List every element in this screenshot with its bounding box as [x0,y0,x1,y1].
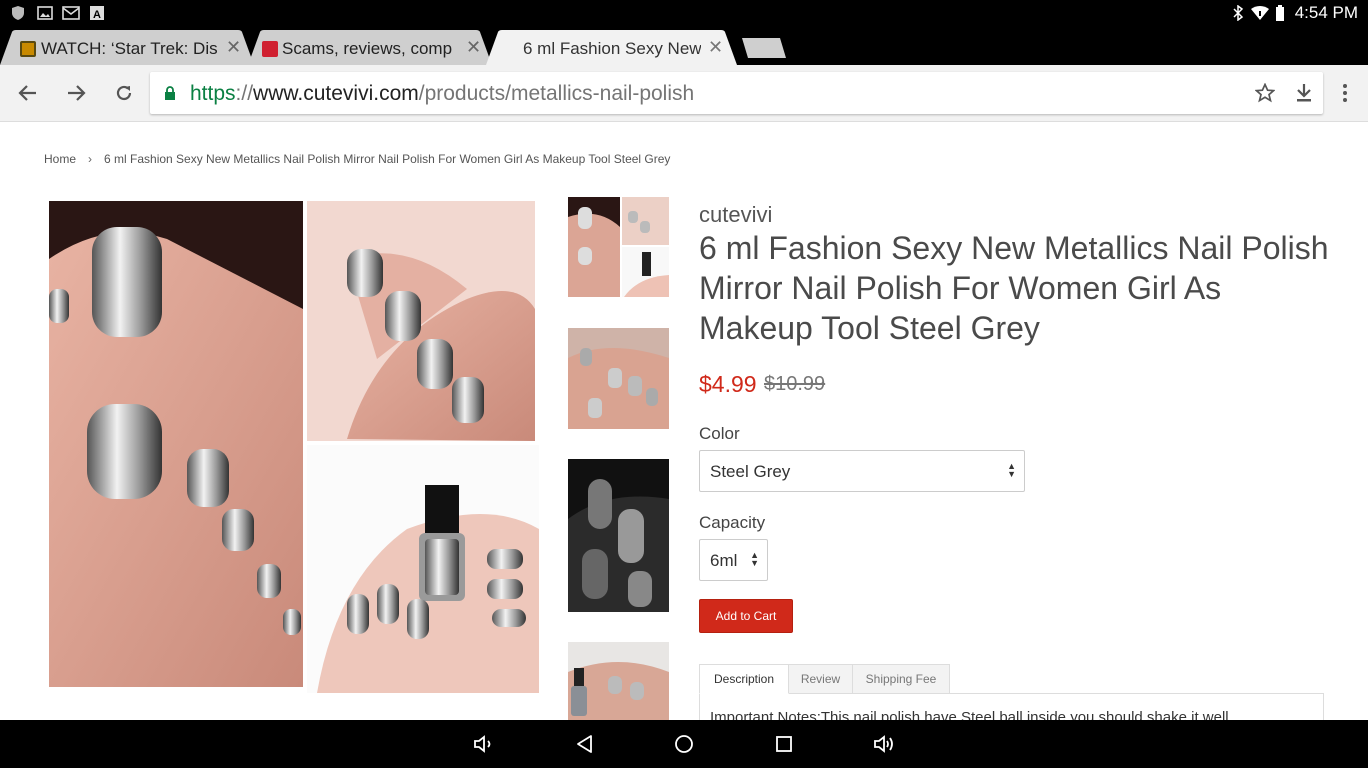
product-title: 6 ml Fashion Sexy New Metallics Nail Pol… [699,230,1329,346]
url-separator: :// [235,82,254,105]
browser-tab-active[interactable]: 6 ml Fashion Sexy New ✕ [486,30,741,65]
tab-title: 6 ml Fashion Sexy New [523,39,701,58]
compare-at-price: $10.99 [764,373,826,395]
product-thumbnail-4[interactable] [568,642,669,720]
add-to-cart-button[interactable]: Add to Cart [699,599,793,633]
image-icon [37,6,53,20]
vendor-name: cutevivi [699,202,773,227]
description-text: Important Notes:This nail polish have St… [710,709,1229,720]
back-button[interactable] [14,79,42,107]
breadcrumb-home-link[interactable]: Home [44,152,76,166]
menu-button[interactable] [1331,79,1359,107]
forward-button[interactable] [62,79,90,107]
reload-icon [116,85,132,101]
system-nav-bar [0,720,1368,768]
arrow-right-icon [68,85,86,101]
address-bar[interactable]: https://www.cutevivi.com/products/metall… [150,72,1323,114]
product-thumbnail-3[interactable] [568,459,669,612]
main-product-image[interactable] [47,199,539,693]
svg-text:A: A [93,9,101,21]
capacity-select[interactable]: 6ml ▲ ▼ [699,539,768,581]
new-tab-button[interactable] [740,38,788,58]
url-host: www.cutevivi.com [253,82,419,105]
back-triangle-icon[interactable] [573,732,597,756]
star-icon[interactable] [1255,83,1275,103]
bluetooth-icon [1233,5,1244,21]
more-vert-icon [1343,84,1347,102]
breadcrumb-current: 6 ml Fashion Sexy New Metallics Nail Pol… [104,152,671,166]
tab-close-icon[interactable]: ✕ [466,37,481,58]
battery-icon [1276,5,1284,21]
color-label: Color [699,424,740,443]
browser-toolbar: https://www.cutevivi.com/products/metall… [0,65,1368,122]
tab-description[interactable]: Description [699,664,789,694]
tab-title: Scams, reviews, comp [282,39,453,58]
shield-icon [12,6,24,20]
tab-shipping-fee[interactable]: Shipping Fee [852,664,950,694]
tab-review[interactable]: Review [788,664,853,694]
product-thumbnail-2[interactable] [568,328,669,429]
url-text: https://www.cutevivi.com/products/metall… [190,82,694,106]
url-scheme: https [190,82,236,105]
status-time: 4:54 PM [1294,3,1358,22]
tab-close-icon[interactable]: ✕ [708,37,723,58]
url-path: /products/metallics-nail-polish [418,82,695,105]
color-select-value: Steel Grey [710,462,791,481]
sale-price: $4.99 [699,371,757,397]
volume-up-icon[interactable] [872,732,896,756]
breadcrumb-separator: › [88,152,93,166]
movie-icon [20,41,36,57]
description-panel: Important Notes:This nail polish have St… [699,693,1324,720]
status-bar: A 4:54 PM [0,0,1368,26]
gmail-icon [62,6,80,20]
arrow-left-icon [18,85,36,101]
select-arrows-icon: ▲ ▼ [750,550,759,568]
tab-close-icon[interactable]: ✕ [226,37,241,58]
volume-down-icon[interactable] [472,732,496,756]
reload-button[interactable] [110,79,138,107]
recents-square-icon[interactable] [772,732,796,756]
review-site-icon [262,41,278,57]
download-icon[interactable] [1295,83,1313,103]
color-select[interactable]: Steel Grey ▲ ▼ [699,450,1025,492]
browser-tab-2[interactable]: Scams, reviews, comp ✕ [248,30,498,65]
tab-strip: WATCH: ‘Star Trek: Dis ✕ Scams, reviews,… [0,26,1368,65]
capacity-select-value: 6ml [710,551,738,570]
font-icon: A [90,6,104,21]
home-circle-icon[interactable] [672,732,696,756]
page-content: Home › 6 ml Fashion Sexy New Metallics Nai… [0,122,1368,720]
breadcrumb: Home › 6 ml Fashion Sexy New Metallics Nai… [44,152,670,166]
tab-title: WATCH: ‘Star Trek: Dis [41,39,218,58]
wifi-icon [1251,6,1269,20]
product-thumbnail-1[interactable] [568,197,669,297]
select-arrows-icon: ▲ ▼ [1007,461,1016,479]
capacity-label: Capacity [699,513,766,532]
browser-tab-1[interactable]: WATCH: ‘Star Trek: Dis ✕ [0,30,260,65]
lock-icon [165,86,175,100]
